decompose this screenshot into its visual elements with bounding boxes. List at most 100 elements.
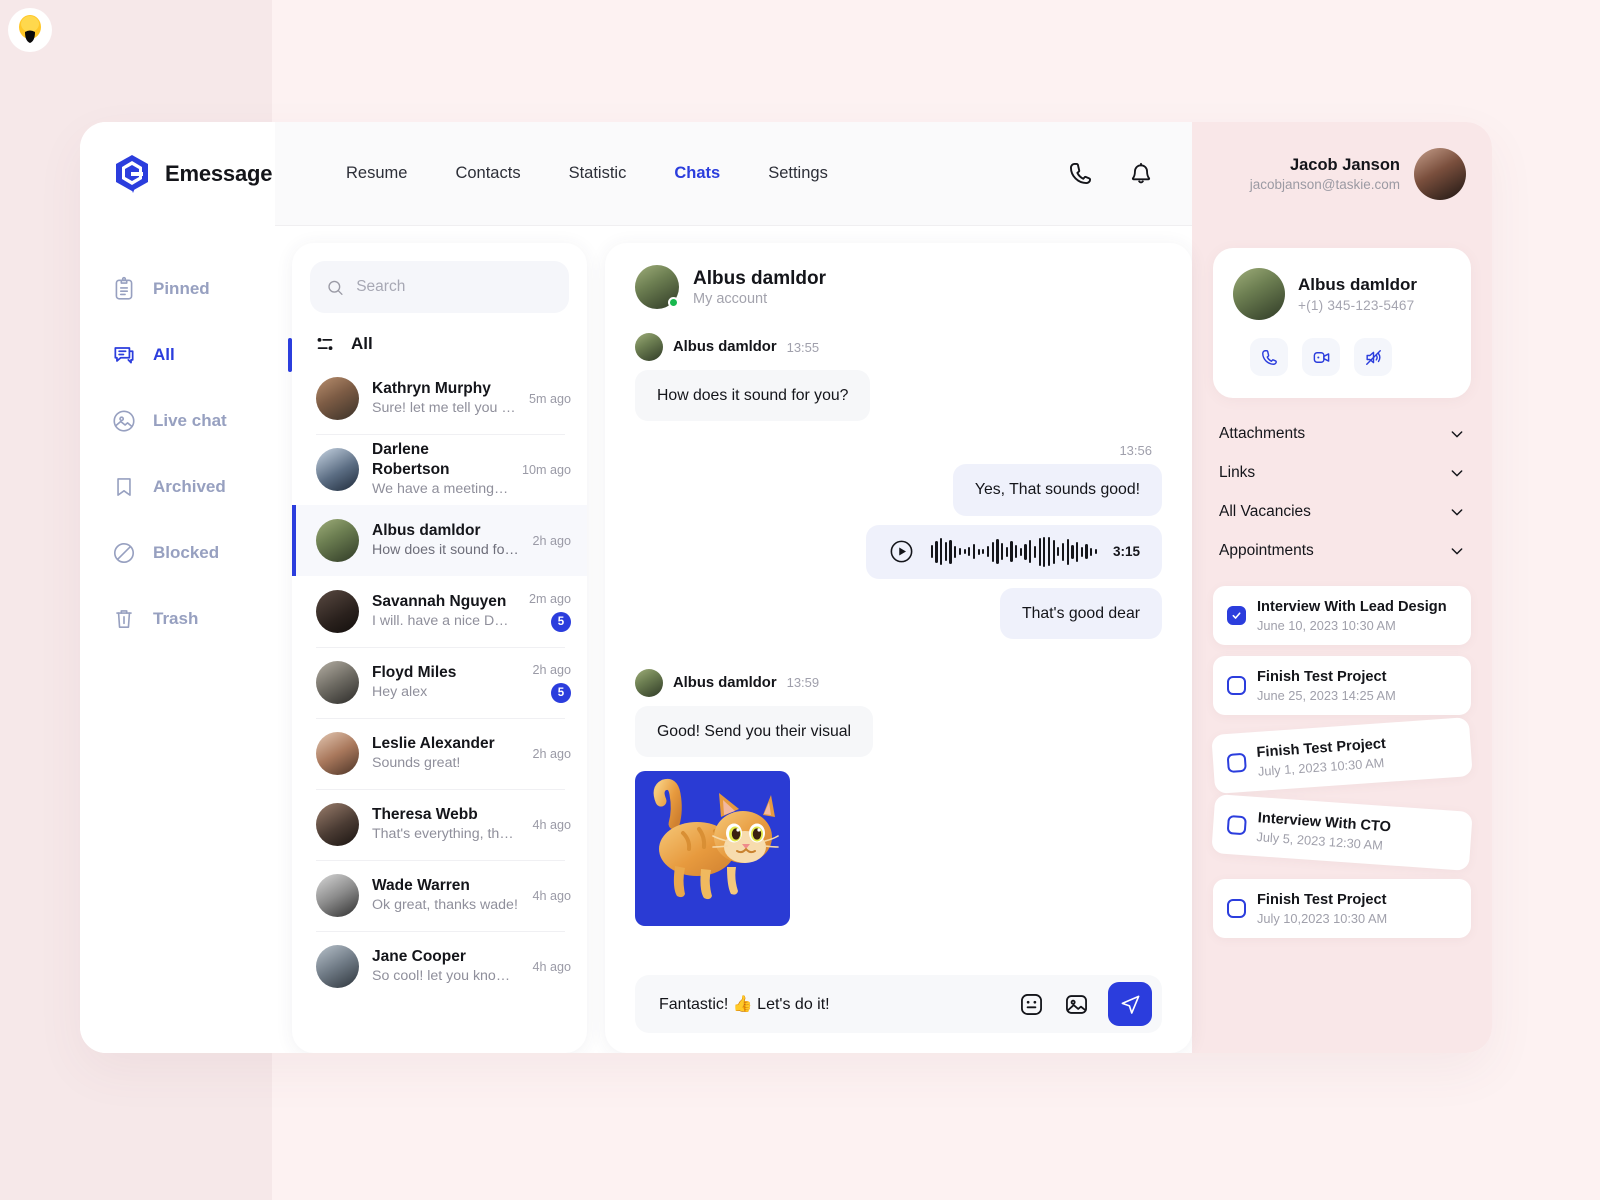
nav-item-statistic[interactable]: Statistic xyxy=(545,164,651,183)
avatar[interactable] xyxy=(1414,148,1466,200)
search-icon xyxy=(328,280,343,295)
task-checkbox[interactable] xyxy=(1226,814,1247,836)
task-card[interactable]: Finish Test Project July 10,2023 10:30 A… xyxy=(1213,878,1471,939)
chat-preview: How does it sound for you? xyxy=(372,541,519,558)
app-body: Pinned All Live chat Archived Blocked Tr… xyxy=(80,226,1492,1053)
bell-icon[interactable] xyxy=(1128,161,1154,187)
chat-name: Leslie Alexander xyxy=(372,734,495,752)
account-name: Jacob Janson xyxy=(1289,156,1400,174)
account-text: Jacob Janson jacobjanson@taskie.com xyxy=(1250,156,1400,192)
send-button[interactable] xyxy=(1108,982,1152,1026)
sidebar-item-label: Blocked xyxy=(153,543,220,562)
chat-list-item[interactable]: Jane Cooper So cool! let you know if... … xyxy=(292,931,587,1002)
message-sender-row: Albus damldor 13:55 xyxy=(635,333,1162,361)
avatar xyxy=(316,377,359,420)
search-input[interactable] xyxy=(356,278,553,296)
task-card[interactable]: Interview With Lead Design June 10, 2023… xyxy=(1213,586,1471,646)
chat-list-item[interactable]: Savannah Nguyen I will. have a nice Day?… xyxy=(292,576,587,647)
accordion-links[interactable]: Links xyxy=(1219,453,1465,492)
account-bar[interactable]: Jacob Janson jacobjanson@taskie.com xyxy=(1192,122,1492,226)
message-composer[interactable]: Fantastic! 👍 Let's do it! xyxy=(635,975,1162,1033)
task-date: June 25, 2023 14:25 AM xyxy=(1257,688,1396,704)
task-title: Finish Test Project xyxy=(1257,669,1387,686)
nav-item-contacts[interactable]: Contacts xyxy=(431,164,544,183)
chevron-down-icon xyxy=(1451,508,1463,515)
search-box[interactable] xyxy=(310,261,569,313)
sidebar-item-blocked[interactable]: Blocked xyxy=(80,520,275,586)
task-card[interactable]: Finish Test Project July 1, 2023 10:30 A… xyxy=(1211,717,1473,795)
phone-icon[interactable] xyxy=(1067,160,1094,187)
avatar xyxy=(316,732,359,775)
mute-button[interactable] xyxy=(1354,338,1392,376)
message-row-voice: 3:15 xyxy=(635,524,1162,579)
nav-item-settings[interactable]: Settings xyxy=(744,164,852,183)
chat-time: 2h ago xyxy=(532,746,571,761)
chat-name: Jane Cooper xyxy=(372,947,466,965)
video-call-button[interactable] xyxy=(1302,338,1340,376)
chat-list-item[interactable]: Darlene Robertson We have a meeting with… xyxy=(292,434,587,505)
cat-illustration-icon xyxy=(653,779,779,900)
chevron-down-icon xyxy=(1451,547,1463,554)
chat-filter-label: All xyxy=(351,334,373,353)
chat-list-item[interactable]: Floyd Miles Hey alex 2h ago 5 xyxy=(292,647,587,718)
message-bubble: That's good dear xyxy=(999,587,1162,639)
task-checkbox[interactable] xyxy=(1227,606,1246,626)
chat-list-item[interactable]: Kathryn Murphy Sure! let me tell you abo… xyxy=(292,363,587,434)
task-checkbox[interactable] xyxy=(1226,753,1247,774)
composer-input[interactable]: Fantastic! 👍 Let's do it! xyxy=(659,994,1000,1014)
accordion-label: Links xyxy=(1219,463,1256,481)
image-attachment[interactable] xyxy=(635,771,790,927)
image-icon[interactable] xyxy=(1063,991,1090,1018)
nav-item-chats[interactable]: Chats xyxy=(650,164,744,183)
emoji-icon[interactable] xyxy=(1018,991,1045,1018)
sidebar-item-trash[interactable]: Trash xyxy=(80,586,275,652)
chat-name: Theresa Webb xyxy=(372,805,478,823)
sidebar-item-label: Live chat xyxy=(153,411,227,430)
mute-sound-icon xyxy=(1365,349,1381,365)
message-bubble: Yes, That sounds good! xyxy=(952,464,1162,516)
bookmark-icon xyxy=(117,478,131,496)
contact-actions xyxy=(1233,338,1451,376)
sidebar-item-pinned[interactable]: Pinned xyxy=(80,256,275,322)
nav-item-resume[interactable]: Resume xyxy=(322,164,431,183)
accordion-all-vacancies[interactable]: All Vacancies xyxy=(1219,492,1465,531)
avatar xyxy=(316,803,359,846)
voice-message[interactable]: 3:15 xyxy=(865,524,1162,579)
chat-time: 4h ago xyxy=(532,888,571,903)
chat-time: 4h ago xyxy=(532,959,571,974)
sidebar-item-all[interactable]: All xyxy=(80,322,292,388)
chat-bubbles-icon xyxy=(114,347,134,364)
chat-list-item[interactable]: Theresa Webb That's everything, thanks a… xyxy=(292,789,587,860)
message-bubble: How does it sound for you? xyxy=(635,370,871,422)
chat-list-item[interactable]: Wade Warren Ok great, thanks wade! 4h ag… xyxy=(292,860,587,931)
accordion-appointments[interactable]: Appointments xyxy=(1219,531,1465,570)
message-sender: Albus damldor xyxy=(673,339,777,355)
live-chat-image-icon xyxy=(113,410,135,432)
sidebar-item-archived[interactable]: Archived xyxy=(80,454,275,520)
accordion-attachments[interactable]: Attachments xyxy=(1219,414,1465,453)
unread-badge: 5 xyxy=(551,611,571,632)
main-content: All Kathryn Murphy Sure! let me tell you… xyxy=(275,226,1192,1053)
chat-list-panel: All Kathryn Murphy Sure! let me tell you… xyxy=(292,243,587,1053)
task-date: June 10, 2023 10:30 AM xyxy=(1257,618,1396,634)
call-button[interactable] xyxy=(1250,338,1288,376)
message-bubble: Good! Send you their visual xyxy=(635,705,874,758)
contact-details-panel: Albus damldor +(1) 345-123-5467 Attachme… xyxy=(1192,226,1492,1053)
chat-time: 2h ago xyxy=(532,533,571,548)
sidebar-item-live-chat[interactable]: Live chat xyxy=(80,388,275,454)
chat-time: 5m ago xyxy=(528,391,571,406)
contact-card-header: Albus damldor +(1) 345-123-5467 xyxy=(1233,268,1451,320)
chat-filter[interactable]: All xyxy=(292,319,587,363)
chat-preview: I will. have a nice Day? xyxy=(372,612,516,629)
conversation-subtitle: My account xyxy=(693,290,768,307)
idea-bulb-badge xyxy=(8,8,52,52)
chat-time: 10m ago xyxy=(521,462,571,477)
task-card[interactable]: Finish Test Project June 25, 2023 14:25 … xyxy=(1213,656,1471,716)
chat-name: Darlene Robertson xyxy=(372,440,450,478)
task-list: Interview With Lead Design June 10, 2023… xyxy=(1211,586,1473,939)
task-checkbox[interactable] xyxy=(1227,676,1246,696)
task-checkbox[interactable] xyxy=(1227,899,1246,919)
task-card[interactable]: Interview With CTO July 5, 2023 12:30 AM xyxy=(1211,793,1473,871)
chat-list-item-selected[interactable]: Albus damldor How does it sound for you?… xyxy=(292,505,587,576)
chat-list-item[interactable]: Leslie Alexander Sounds great! 2h ago xyxy=(292,718,587,789)
